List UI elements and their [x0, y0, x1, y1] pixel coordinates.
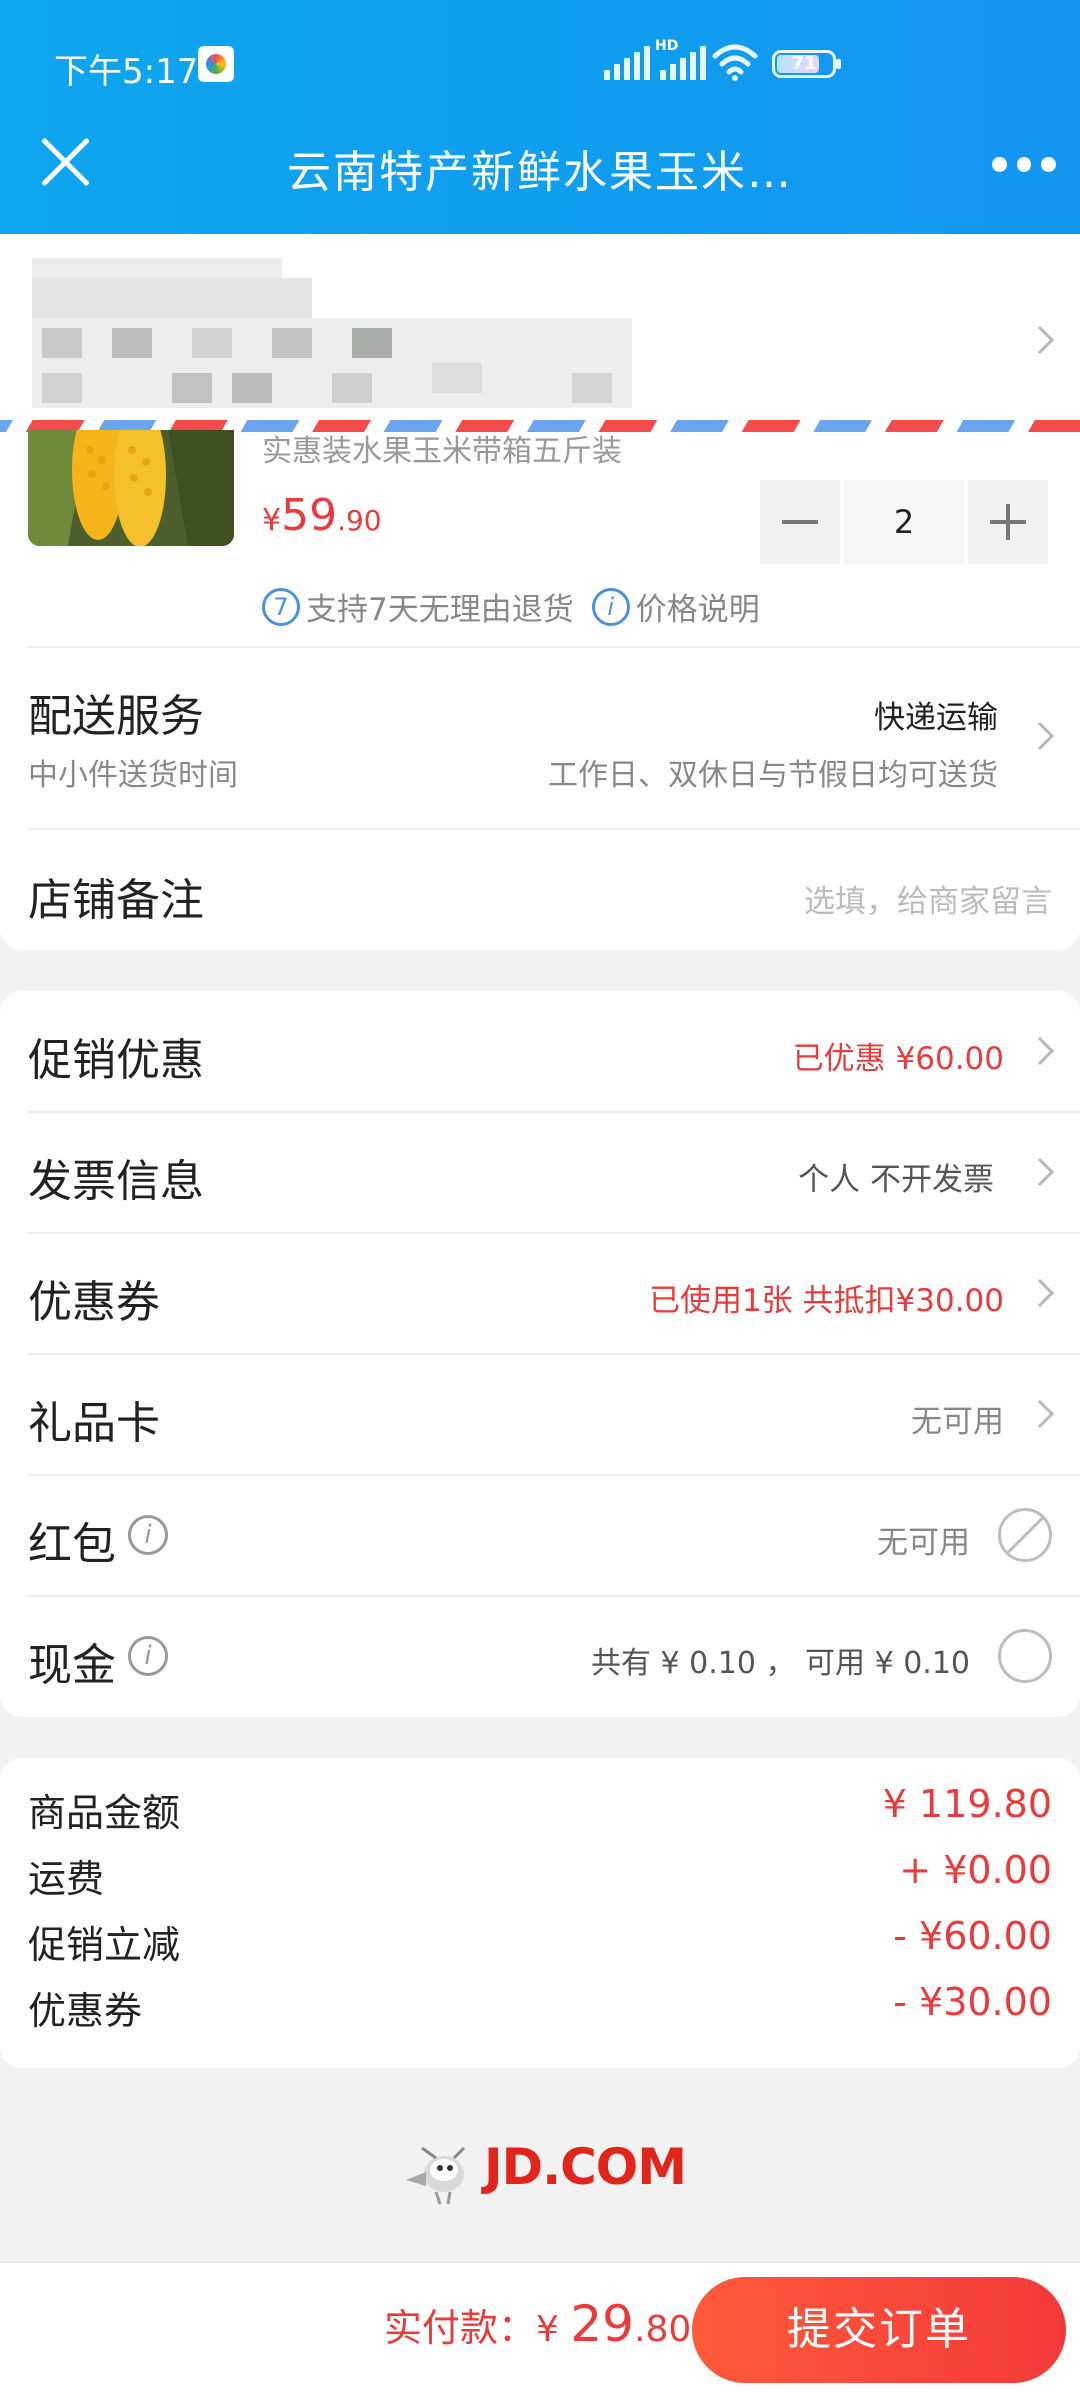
order-card: 实惠装水果玉米带箱五斤装 ¥59.90 2 7 支持7天无理由退货 i 价格说明… [0, 234, 1080, 950]
product-price: ¥59.90 [262, 490, 382, 541]
options-card: 促销优惠 已优惠 ¥60.00 发票信息 个人 不开发票 优惠券 已使用1张 共… [0, 991, 1080, 1717]
price-currency: ¥ [262, 503, 282, 538]
jd-mascot-icon [406, 2146, 466, 2205]
invoice-row[interactable]: 发票信息 个人 不开发票 [0, 1112, 1080, 1232]
app-notification-icon [198, 46, 234, 82]
summary-value: - ¥30.00 [893, 1980, 1052, 2024]
coupon-chevron-icon [1025, 1278, 1055, 1308]
remark-label: 店铺备注 [28, 875, 204, 926]
summary-value: - ¥60.00 [893, 1914, 1052, 1958]
address-chevron-icon[interactable] [1025, 325, 1055, 355]
coupon-label: 优惠券 [28, 1277, 160, 1328]
wifi-icon [712, 44, 758, 81]
giftcard-value: 无可用 [911, 1404, 1004, 1440]
address-blurred[interactable] [32, 258, 644, 408]
service-info: 7 支持7天无理由退货 i 价格说明 [262, 584, 760, 629]
summary-label: 运费 [28, 1857, 105, 1901]
summary-label: 促销立减 [28, 1923, 181, 1967]
remark-input[interactable]: 选填，给商家留言 [804, 876, 1052, 921]
bottom-bar: 实付款：¥ 29.80 提交订单 [0, 2262, 1080, 2400]
jd-logo-text: JD.COM [484, 2138, 687, 2196]
price-main: 59 [281, 490, 338, 541]
cash-row: 现金 i 共有 ¥ 0.10 ， 可用 ¥ 0.10 [0, 1596, 1080, 1716]
promotion-label: 促销优惠 [28, 1035, 204, 1086]
close-icon[interactable] [34, 132, 94, 192]
invoice-chevron-icon [1025, 1157, 1055, 1187]
battery-level: 71 [791, 53, 817, 74]
redpacket-label: 红包 [28, 1519, 116, 1570]
signal-hd-icon [660, 46, 706, 80]
delivery-sub-label: 中小件送货时间 [28, 758, 238, 793]
delivery-sub-value: 工作日、双休日与节假日均可送货 [548, 758, 998, 793]
decrease-quantity-button[interactable] [760, 480, 840, 564]
summary-value: + ¥0.00 [899, 1848, 1052, 1892]
cash-value: 共有 ¥ 0.10 ， 可用 ¥ 0.10 [591, 1646, 970, 1681]
invoice-value: 个人 不开发票 [798, 1162, 994, 1198]
pay-decimal: .80 [634, 2309, 692, 2350]
promotion-chevron-icon [1025, 1036, 1055, 1066]
giftcard-chevron-icon [1025, 1399, 1055, 1429]
product-name[interactable]: 实惠装水果玉米带箱五斤装 [262, 426, 622, 470]
delivery-label: 配送服务 [28, 691, 204, 742]
status-bar: 下午5:17 HD 71 [0, 0, 1080, 130]
submit-order-button[interactable]: 提交订单 [692, 2277, 1066, 2383]
pay-main: 29 [570, 2295, 634, 2353]
status-time: 下午5:17 [54, 52, 199, 92]
quantity-stepper: 2 [760, 480, 1052, 564]
promotion-value: 已优惠 ¥60.00 [792, 1041, 1004, 1077]
return-policy-text[interactable]: 支持7天无理由退货 [306, 584, 574, 629]
redpacket-value: 无可用 [877, 1525, 970, 1561]
jd-logo: JD.COM [400, 2138, 690, 2208]
product-image[interactable] [28, 430, 234, 546]
battery-icon: 71 [772, 50, 841, 78]
promotion-row[interactable]: 促销优惠 已优惠 ¥60.00 [0, 991, 1080, 1111]
more-options-icon[interactable] [992, 152, 1057, 176]
cash-radio[interactable] [998, 1629, 1052, 1683]
summary-value: ¥ 119.80 [882, 1782, 1052, 1826]
giftcard-row[interactable]: 礼品卡 无可用 [0, 1354, 1080, 1474]
summary-label: 优惠券 [28, 1989, 143, 2033]
giftcard-label: 礼品卡 [28, 1398, 160, 1449]
price-decimal: .90 [337, 504, 382, 537]
cash-info-icon[interactable]: i [128, 1636, 168, 1676]
page-title: 云南特产新鲜水果玉米… [287, 147, 793, 198]
invoice-label: 发票信息 [28, 1156, 204, 1207]
divider [28, 646, 1080, 648]
increase-quantity-button[interactable] [968, 480, 1048, 564]
pay-label: 实付款： [384, 2306, 537, 2350]
seven-day-return-icon: 7 [262, 587, 300, 626]
quantity-value[interactable]: 2 [844, 480, 964, 564]
divider [28, 828, 1080, 830]
summary-card: 商品金额 ¥ 119.80 运费 + ¥0.00 促销立减 - ¥60.00 优… [0, 1758, 1080, 2068]
delivery-method: 快递运输 [874, 700, 998, 736]
coupon-value: 已使用1张 共抵扣¥30.00 [648, 1283, 1004, 1319]
redpacket-row: 红包 i 无可用 [0, 1475, 1080, 1595]
cash-label: 现金 [28, 1640, 116, 1691]
pay-currency: ¥ [536, 2309, 571, 2350]
delivery-chevron-icon[interactable] [1025, 721, 1055, 751]
summary-label: 商品金额 [28, 1791, 181, 1835]
redpacket-info-icon[interactable]: i [128, 1515, 168, 1555]
price-info-icon: i [591, 587, 630, 626]
total-payment: 实付款：¥ 29.80 [384, 2295, 691, 2353]
coupon-row[interactable]: 优惠券 已使用1张 共抵扣¥30.00 [0, 1233, 1080, 1353]
signal-icon [604, 46, 650, 80]
redpacket-disabled-icon [998, 1508, 1052, 1562]
header-bar: 下午5:17 HD 71 云南特产新鲜水果玉米… [0, 0, 1080, 234]
price-info-text[interactable]: 价格说明 [636, 584, 760, 629]
